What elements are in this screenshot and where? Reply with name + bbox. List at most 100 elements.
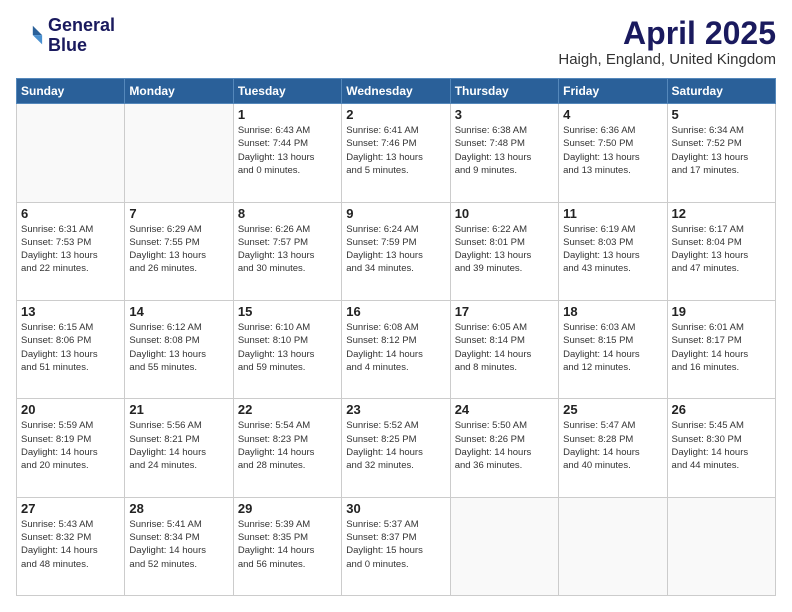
calendar-cell: 8 Sunrise: 6:26 AMSunset: 7:57 PMDaylight…	[233, 202, 341, 300]
calendar-cell: 4 Sunrise: 6:36 AMSunset: 7:50 PMDaylight…	[559, 104, 667, 202]
day-number: 14	[129, 304, 228, 319]
day-number: 17	[455, 304, 554, 319]
day-number: 23	[346, 402, 445, 417]
day-number: 27	[21, 501, 120, 516]
weekday-header-friday: Friday	[559, 79, 667, 104]
calendar-cell: 3 Sunrise: 6:38 AMSunset: 7:48 PMDaylight…	[450, 104, 558, 202]
calendar-cell: 9 Sunrise: 6:24 AMSunset: 7:59 PMDaylight…	[342, 202, 450, 300]
calendar-cell: 12Sunrise: 6:17 AMSunset: 8:04 PMDayligh…	[667, 202, 775, 300]
calendar-cell: 20Sunrise: 5:59 AMSunset: 8:19 PMDayligh…	[17, 399, 125, 497]
day-info: Sunrise: 5:43 AMSunset: 8:32 PMDaylight:…	[21, 518, 120, 571]
day-number: 22	[238, 402, 337, 417]
calendar-cell: 11Sunrise: 6:19 AMSunset: 8:03 PMDayligh…	[559, 202, 667, 300]
day-number: 16	[346, 304, 445, 319]
day-info: Sunrise: 6:12 AMSunset: 8:08 PMDaylight:…	[129, 321, 228, 374]
month-title: April 2025	[558, 16, 776, 51]
day-info: Sunrise: 6:01 AMSunset: 8:17 PMDaylight:…	[672, 321, 771, 374]
calendar-week-5: 27 Sunrise: 5:43 AMSunset: 8:32 PMDayligh…	[17, 497, 776, 595]
calendar-cell	[667, 497, 775, 595]
day-number: 18	[563, 304, 662, 319]
day-number: 25	[563, 402, 662, 417]
day-number: 8	[238, 206, 337, 221]
calendar-cell: 24 Sunrise: 5:50 AMSunset: 8:26 PMDayligh…	[450, 399, 558, 497]
day-number: 29	[238, 501, 337, 516]
day-info: Sunrise: 6:22 AMSunset: 8:01 PMDaylight:…	[455, 223, 554, 276]
day-number: 11	[563, 206, 662, 221]
day-info: Sunrise: 6:31 AMSunset: 7:53 PMDaylight:…	[21, 223, 120, 276]
day-info: Sunrise: 6:26 AMSunset: 7:57 PMDaylight:…	[238, 223, 337, 276]
calendar-cell: 13 Sunrise: 6:15 AMSunset: 8:06 PMDayligh…	[17, 300, 125, 398]
calendar-cell	[17, 104, 125, 202]
day-number: 26	[672, 402, 771, 417]
day-info: Sunrise: 6:36 AMSunset: 7:50 PMDaylight:…	[563, 124, 662, 177]
day-info: Sunrise: 6:08 AMSunset: 8:12 PMDaylight:…	[346, 321, 445, 374]
day-info: Sunrise: 6:29 AMSunset: 7:55 PMDaylight:…	[129, 223, 228, 276]
day-info: Sunrise: 5:50 AMSunset: 8:26 PMDaylight:…	[455, 419, 554, 472]
day-info: Sunrise: 6:03 AMSunset: 8:15 PMDaylight:…	[563, 321, 662, 374]
calendar-week-4: 20Sunrise: 5:59 AMSunset: 8:19 PMDayligh…	[17, 399, 776, 497]
calendar-table: SundayMondayTuesdayWednesdayThursdayFrid…	[16, 78, 776, 596]
calendar-cell: 25 Sunrise: 5:47 AMSunset: 8:28 PMDayligh…	[559, 399, 667, 497]
day-number: 4	[563, 107, 662, 122]
day-number: 3	[455, 107, 554, 122]
calendar-cell: 21 Sunrise: 5:56 AMSunset: 8:21 PMDayligh…	[125, 399, 233, 497]
logo: General Blue	[16, 16, 115, 56]
day-info: Sunrise: 5:37 AMSunset: 8:37 PMDaylight:…	[346, 518, 445, 571]
day-info: Sunrise: 6:10 AMSunset: 8:10 PMDaylight:…	[238, 321, 337, 374]
day-info: Sunrise: 5:39 AMSunset: 8:35 PMDaylight:…	[238, 518, 337, 571]
day-number: 1	[238, 107, 337, 122]
logo-icon	[16, 22, 44, 50]
weekday-header-saturday: Saturday	[667, 79, 775, 104]
calendar-cell: 22 Sunrise: 5:54 AMSunset: 8:23 PMDayligh…	[233, 399, 341, 497]
header: General Blue April 2025 Haigh, England, …	[16, 16, 776, 68]
calendar-cell: 27 Sunrise: 5:43 AMSunset: 8:32 PMDayligh…	[17, 497, 125, 595]
weekday-header-tuesday: Tuesday	[233, 79, 341, 104]
calendar-cell: 26Sunrise: 5:45 AMSunset: 8:30 PMDayligh…	[667, 399, 775, 497]
title-area: April 2025 Haigh, England, United Kingdo…	[558, 16, 776, 68]
day-number: 10	[455, 206, 554, 221]
day-info: Sunrise: 6:34 AMSunset: 7:52 PMDaylight:…	[672, 124, 771, 177]
calendar-week-2: 6 Sunrise: 6:31 AMSunset: 7:53 PMDaylight…	[17, 202, 776, 300]
day-info: Sunrise: 6:41 AMSunset: 7:46 PMDaylight:…	[346, 124, 445, 177]
weekday-header-sunday: Sunday	[17, 79, 125, 104]
day-info: Sunrise: 5:56 AMSunset: 8:21 PMDaylight:…	[129, 419, 228, 472]
day-number: 20	[21, 402, 120, 417]
day-number: 24	[455, 402, 554, 417]
day-number: 2	[346, 107, 445, 122]
logo-text: General Blue	[48, 16, 115, 56]
calendar-cell: 5 Sunrise: 6:34 AMSunset: 7:52 PMDaylight…	[667, 104, 775, 202]
day-info: Sunrise: 6:38 AMSunset: 7:48 PMDaylight:…	[455, 124, 554, 177]
calendar-week-1: 1 Sunrise: 6:43 AMSunset: 7:44 PMDaylight…	[17, 104, 776, 202]
day-number: 15	[238, 304, 337, 319]
calendar-cell: 15 Sunrise: 6:10 AMSunset: 8:10 PMDayligh…	[233, 300, 341, 398]
day-number: 6	[21, 206, 120, 221]
calendar-cell: 2 Sunrise: 6:41 AMSunset: 7:46 PMDaylight…	[342, 104, 450, 202]
calendar-cell: 18 Sunrise: 6:03 AMSunset: 8:15 PMDayligh…	[559, 300, 667, 398]
calendar-cell: 19Sunrise: 6:01 AMSunset: 8:17 PMDayligh…	[667, 300, 775, 398]
calendar-cell: 28Sunrise: 5:41 AMSunset: 8:34 PMDayligh…	[125, 497, 233, 595]
calendar-cell	[450, 497, 558, 595]
day-number: 5	[672, 107, 771, 122]
day-info: Sunrise: 6:24 AMSunset: 7:59 PMDaylight:…	[346, 223, 445, 276]
day-info: Sunrise: 5:47 AMSunset: 8:28 PMDaylight:…	[563, 419, 662, 472]
day-number: 30	[346, 501, 445, 516]
day-number: 21	[129, 402, 228, 417]
calendar-cell	[559, 497, 667, 595]
calendar-cell: 14 Sunrise: 6:12 AMSunset: 8:08 PMDayligh…	[125, 300, 233, 398]
day-info: Sunrise: 5:54 AMSunset: 8:23 PMDaylight:…	[238, 419, 337, 472]
weekday-header-wednesday: Wednesday	[342, 79, 450, 104]
day-info: Sunrise: 6:43 AMSunset: 7:44 PMDaylight:…	[238, 124, 337, 177]
day-info: Sunrise: 6:17 AMSunset: 8:04 PMDaylight:…	[672, 223, 771, 276]
day-number: 9	[346, 206, 445, 221]
calendar-cell: 6 Sunrise: 6:31 AMSunset: 7:53 PMDaylight…	[17, 202, 125, 300]
calendar-cell: 1 Sunrise: 6:43 AMSunset: 7:44 PMDaylight…	[233, 104, 341, 202]
day-info: Sunrise: 6:15 AMSunset: 8:06 PMDaylight:…	[21, 321, 120, 374]
day-number: 13	[21, 304, 120, 319]
day-info: Sunrise: 5:41 AMSunset: 8:34 PMDaylight:…	[129, 518, 228, 571]
day-number: 7	[129, 206, 228, 221]
calendar-cell	[125, 104, 233, 202]
calendar-cell: 30 Sunrise: 5:37 AMSunset: 8:37 PMDayligh…	[342, 497, 450, 595]
calendar-cell: 23Sunrise: 5:52 AMSunset: 8:25 PMDayligh…	[342, 399, 450, 497]
page: General Blue April 2025 Haigh, England, …	[0, 0, 792, 612]
calendar-week-3: 13 Sunrise: 6:15 AMSunset: 8:06 PMDayligh…	[17, 300, 776, 398]
